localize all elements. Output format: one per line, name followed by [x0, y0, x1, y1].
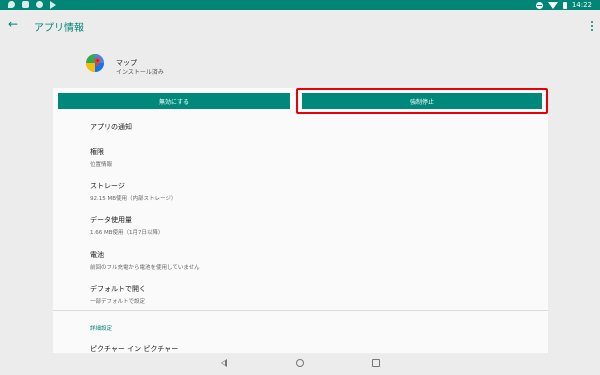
- setting-title: データ使用量: [90, 216, 132, 224]
- more-vert-icon[interactable]: [591, 21, 594, 31]
- setting-subtitle: 1.66 MB使用（1月7日以降）: [90, 230, 164, 236]
- page-title: アプリ情報: [34, 23, 84, 34]
- setting-title: ピクチャー イン ピクチャー: [90, 345, 179, 353]
- status-system-icons: 14:22: [535, 0, 592, 10]
- do-not-disturb-icon: [535, 1, 543, 9]
- setting-title: デフォルトで開く: [90, 285, 146, 293]
- nav-recents-icon[interactable]: [372, 359, 380, 367]
- setting-subtitle: 前回のフル充電から電池を使用していません: [90, 265, 200, 271]
- setting-open-by-default[interactable]: デフォルトで開く 一部デフォルトで設定: [90, 284, 146, 305]
- status-bar: 14:22: [0, 0, 600, 10]
- setting-data-usage[interactable]: データ使用量 1.66 MB使用（1月7日以降）: [90, 215, 164, 236]
- battery-icon: [562, 1, 567, 9]
- setting-picture-in-picture[interactable]: ピクチャー イン ピクチャー: [90, 344, 178, 353]
- setting-title: 権限: [90, 148, 104, 156]
- setting-subtitle: 92.15 MB使用（内部ストレージ）: [90, 196, 177, 202]
- shield-icon: [8, 1, 15, 8]
- google-maps-icon: [86, 54, 104, 72]
- setting-battery[interactable]: 電池 前回のフル充電から電池を使用していません: [90, 250, 200, 271]
- arrow-back-icon[interactable]: ←: [8, 17, 18, 31]
- app-install-status: インストール済み: [116, 69, 164, 76]
- setting-subtitle: 一部デフォルトで設定: [90, 299, 146, 305]
- nav-back-icon[interactable]: [221, 359, 227, 367]
- setting-title: ストレージ: [90, 182, 125, 190]
- divider: [53, 310, 548, 311]
- setting-subtitle: 位置情報: [90, 162, 113, 168]
- setting-storage[interactable]: ストレージ 92.15 MB使用（内部ストレージ）: [90, 181, 176, 202]
- play-store-icon: [50, 1, 56, 9]
- status-notification-icons: [8, 1, 56, 9]
- navigation-bar: [0, 353, 600, 375]
- app-info-panel: マップ インストール済み 無効にする 強制停止 アプリの通知 権限 位置情報 ス…: [53, 42, 548, 353]
- setting-title: アプリの通知: [90, 123, 132, 131]
- nav-home-icon[interactable]: [296, 359, 304, 367]
- disable-button[interactable]: 無効にする: [58, 93, 290, 109]
- advanced-section-header: 詳細設定: [90, 326, 113, 332]
- setting-app-notifications[interactable]: アプリの通知: [90, 122, 132, 132]
- app-header: マップ インストール済み: [53, 42, 548, 88]
- setting-title: 電池: [90, 251, 104, 259]
- location-icon: [36, 1, 43, 8]
- notification-icon: [22, 1, 29, 8]
- wifi-icon: [547, 1, 558, 9]
- app-bar: ← アプリ情報: [0, 10, 600, 42]
- setting-permissions[interactable]: 権限 位置情報: [90, 147, 112, 168]
- status-time: 14:22: [571, 1, 592, 9]
- force-stop-button[interactable]: 強制停止: [302, 93, 542, 109]
